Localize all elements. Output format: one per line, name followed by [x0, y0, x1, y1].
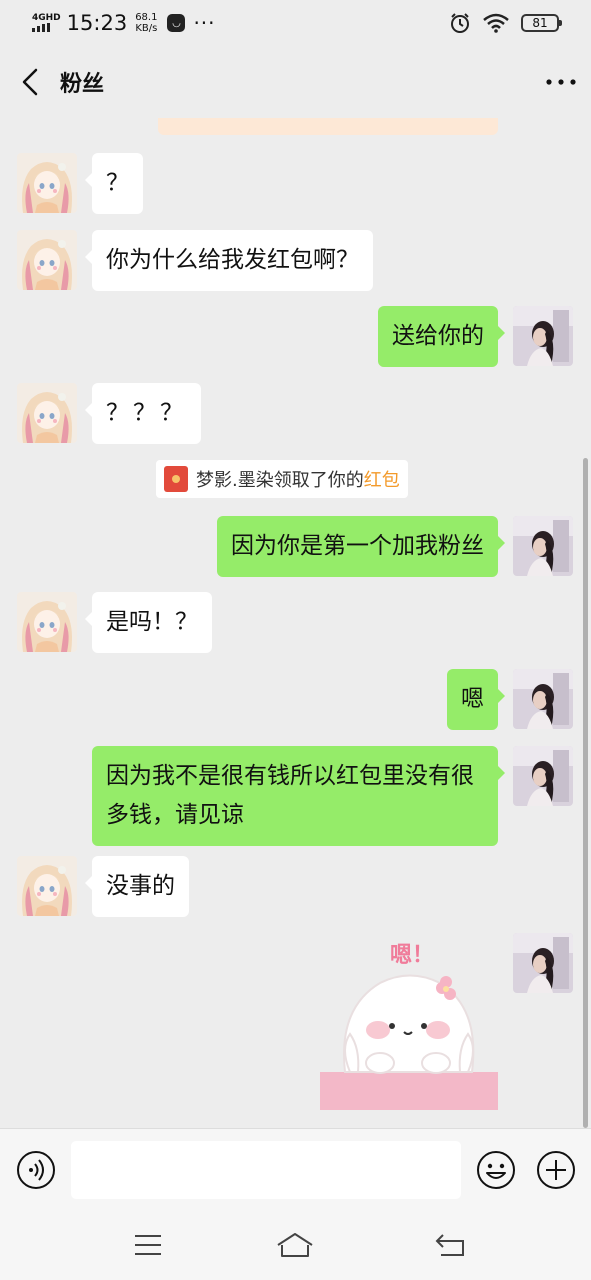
contact-avatar[interactable] [17, 383, 77, 443]
outgoing-message[interactable]: 因为我不是很有钱所以红包里没有很多钱，请见谅 [92, 746, 505, 846]
network-speed: 68.1 KB/s [135, 12, 157, 34]
return-button[interactable] [430, 1228, 470, 1262]
incoming-message[interactable]: ？ [85, 153, 143, 214]
outgoing-message[interactable]: 因为你是第一个加我粉丝 [217, 516, 505, 577]
network-speed-value: 68.1 [135, 12, 158, 23]
contact-avatar[interactable] [17, 592, 77, 652]
input-bar [0, 1128, 591, 1210]
battery-icon: 81 [521, 14, 562, 32]
contact-avatar[interactable] [17, 856, 77, 916]
incoming-message[interactable]: ？？？ [85, 383, 201, 444]
back-arrow-icon [22, 68, 38, 96]
red-packet-link[interactable]: 红包 [364, 466, 400, 492]
outgoing-message[interactable]: 嗯 [447, 669, 505, 730]
menu-icon [135, 1235, 161, 1255]
message-input[interactable] [71, 1141, 461, 1199]
contact-avatar[interactable] [17, 230, 77, 290]
incoming-message[interactable]: 你为什么给我发红包啊？ [85, 230, 373, 291]
red-packet-notice: 梦影.墨染领取了你的 红包 [156, 460, 408, 498]
more-icon [546, 79, 576, 85]
emoji-button[interactable] [475, 1149, 517, 1191]
my-avatar[interactable] [513, 669, 573, 729]
chat-header: 粉丝 [0, 46, 591, 118]
sticker-caption: 嗯！ [390, 943, 434, 968]
red-packet-notice-text: 梦影.墨染领取了你的 [196, 470, 364, 491]
bunny-sticker[interactable]: 嗯！ [320, 938, 498, 1110]
incoming-message[interactable]: 没事的 [85, 856, 189, 917]
wifi-icon [483, 13, 509, 33]
outgoing-message[interactable]: 送给你的 [378, 306, 505, 367]
alarm-icon [451, 13, 469, 33]
emoji-icon [477, 1151, 515, 1189]
more-options-button[interactable] [531, 46, 591, 118]
network-indicator: 4GHD [32, 14, 61, 32]
my-avatar[interactable] [513, 933, 573, 993]
message-list[interactable]: ？ 你为什么给我发红包啊？ 送给你的 ？？？ 梦影.墨染领取了你的 红包 因为你… [0, 118, 591, 1128]
clock: 15:23 [66, 11, 128, 35]
home-icon [277, 1233, 313, 1257]
scrollbar[interactable] [583, 458, 588, 1128]
chat-title: 粉丝 [60, 72, 105, 97]
plus-icon [537, 1151, 575, 1189]
more-functions-button[interactable] [535, 1149, 577, 1191]
menu-button[interactable] [128, 1228, 168, 1262]
network-type: 4GHD [32, 13, 61, 23]
battery-level: 81 [532, 16, 548, 30]
return-icon [435, 1234, 464, 1256]
more-notifications-icon: ··· [193, 11, 216, 35]
my-avatar[interactable] [513, 306, 573, 366]
contact-avatar[interactable] [17, 153, 77, 213]
network-speed-unit: KB/s [135, 23, 158, 34]
incoming-message[interactable]: 是吗！？ [85, 592, 212, 653]
notification-app-icon: ◡ [167, 14, 186, 32]
home-button[interactable] [275, 1228, 315, 1262]
voice-button[interactable] [15, 1149, 57, 1191]
my-avatar[interactable] [513, 746, 573, 806]
back-button[interactable] [0, 46, 60, 118]
signal-icon [32, 23, 61, 32]
red-packet-icon [164, 466, 188, 492]
system-navigation-bar [0, 1210, 591, 1280]
voice-icon [17, 1151, 55, 1189]
my-avatar[interactable] [513, 516, 573, 576]
status-bar: 4GHD 15:23 68.1 KB/s ◡ ··· 81 [0, 0, 591, 46]
previous-red-packet-card[interactable] [158, 118, 498, 135]
